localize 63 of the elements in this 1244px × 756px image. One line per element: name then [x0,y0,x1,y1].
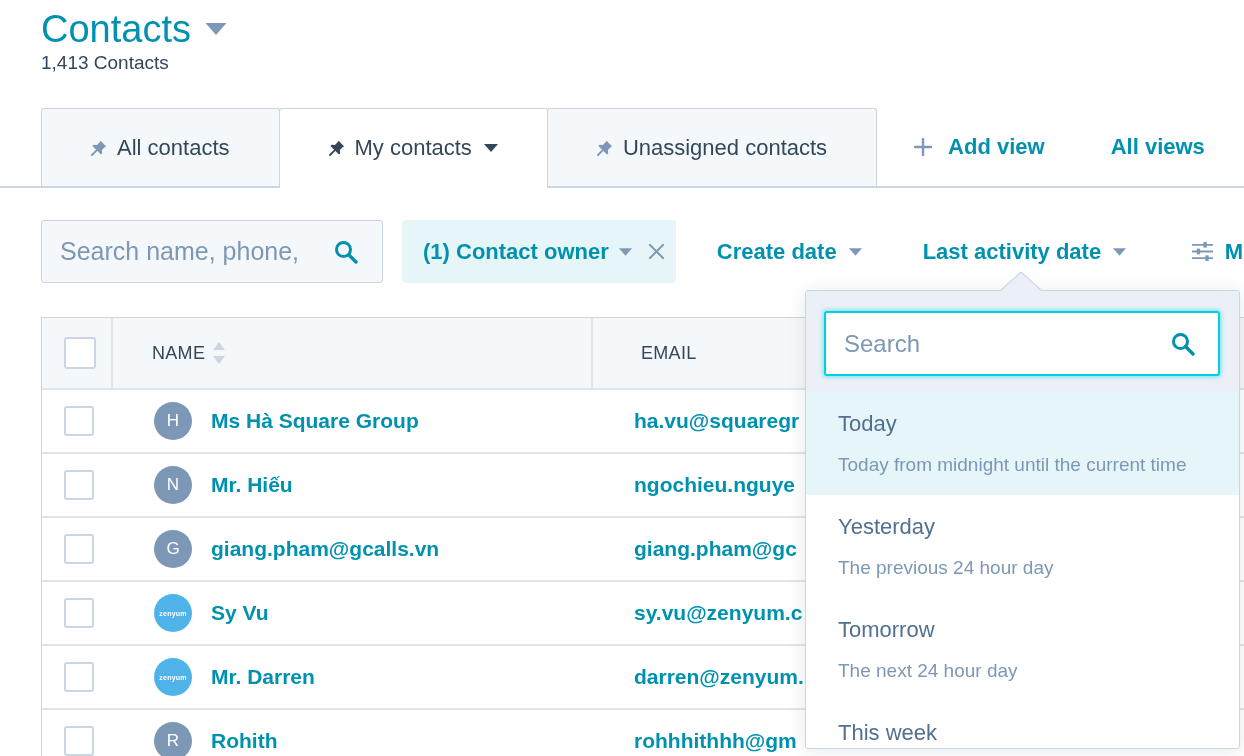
contact-avatar: G [154,530,192,568]
caret-icon [1113,247,1127,256]
email-link[interactable]: giang.pham@gc [634,537,797,561]
contact-name-link[interactable]: Mr. Hiếu [211,473,293,497]
email-link[interactable]: ha.vu@squaregr [634,409,800,433]
close-icon[interactable] [647,243,665,260]
checkbox[interactable] [64,534,94,564]
contact-count: 1,413 Contacts [41,52,170,74]
caret-icon [618,247,632,256]
option-label: Yesterday [838,515,937,539]
option-description: The next 24 hour day [838,660,1019,682]
column-header: EMAIL [641,342,697,364]
contact-avatar: H [154,402,192,440]
checkbox[interactable] [64,406,94,436]
caret-icon [483,143,498,152]
view-tab[interactable]: All contacts [41,108,280,186]
filter-chip[interactable]: (1) Contact owner [402,220,676,283]
search-icon [334,239,358,264]
filter-dropdown[interactable]: Create date [696,220,882,283]
search-icon [1171,331,1195,356]
all-views-link[interactable]: All views [1110,134,1205,160]
option-description: Today from midnight until the current time [838,454,1188,476]
contact-name-link[interactable]: Ms Hà Square Group [211,409,419,433]
contact-name-link[interactable]: giang.pham@gcalls.vn [211,537,440,561]
column-header[interactable]: NAME [152,342,206,364]
menu-option[interactable]: Today Today from midnight until the current time [806,392,1239,495]
contact-avatar: R [154,722,192,756]
contact-avatar: N [154,466,192,504]
contact-name-link[interactable]: Sy Vu [211,601,269,625]
menu-option[interactable]: Tomorrow The next 24 hour day [806,598,1239,701]
option-label: Tomorrow [838,618,936,642]
sort-icon[interactable] [213,342,226,364]
email-link[interactable]: ngochieu.nguye [634,473,795,497]
checkbox[interactable] [64,598,94,628]
option-description: The previous 24 hour day [838,557,1055,579]
email-link[interactable]: darren@zenyum. [634,665,804,689]
checkbox[interactable] [64,662,94,692]
menu-option[interactable]: Yesterday The previous 24 hour day [806,495,1239,598]
page-title-dropdown[interactable]: Contacts [41,6,228,52]
email-link[interactable]: rohhhithhh@gm [634,729,797,753]
plus-icon [914,138,933,156]
menu-option[interactable]: This week [806,701,1239,748]
option-label: This week [838,721,939,745]
view-tab[interactable]: My contacts [278,108,548,188]
checkbox[interactable] [64,337,96,369]
caret-icon [203,23,228,35]
sliders-icon [1191,242,1213,261]
search-field[interactable]: Search name, phone, [41,220,383,283]
checkbox[interactable] [64,726,94,756]
caret-icon [848,247,862,256]
contact-name-link[interactable]: Mr. Darren [211,665,315,689]
email-link[interactable]: sy.vu@zenyum.c [634,601,803,625]
menu-search-field[interactable]: Search [824,311,1220,376]
option-label: Today [838,412,898,436]
filter-dropdown[interactable]: Last activity date [902,220,1147,283]
filters-button[interactable]: M [1191,220,1244,283]
view-tab[interactable]: Unassigned contacts [546,108,878,186]
pin-icon [91,139,107,156]
add-view-button[interactable]: Add view [914,134,1045,160]
checkbox[interactable] [64,470,94,500]
contact-name-link[interactable]: Rohith [211,729,278,753]
pin-icon [596,139,613,156]
pin-icon [328,139,345,156]
